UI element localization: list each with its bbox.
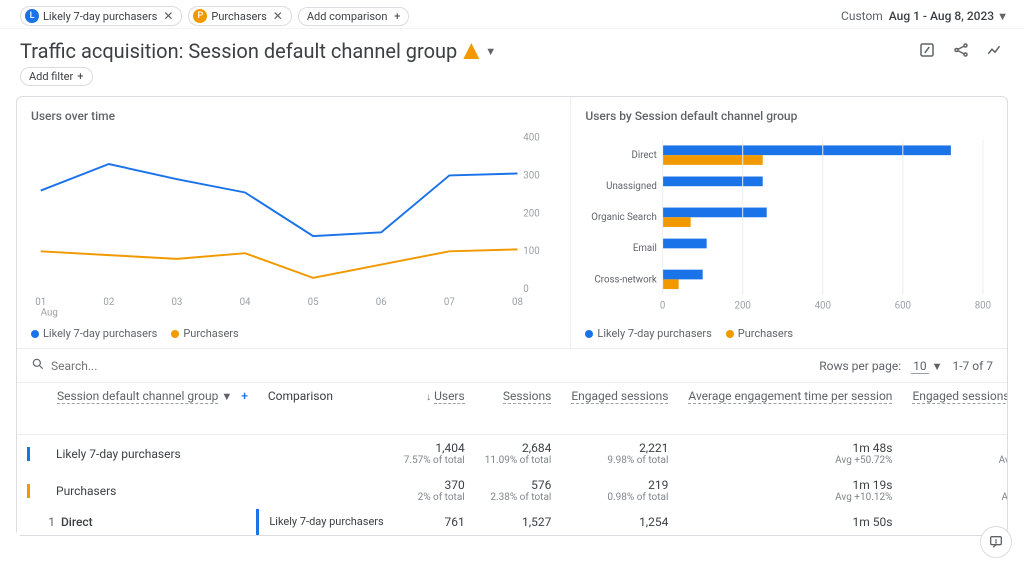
svg-text:300: 300 bbox=[523, 170, 539, 181]
sort-arrow-down-icon: ↓ bbox=[426, 392, 431, 403]
svg-text:Cross-network: Cross-network bbox=[595, 274, 657, 285]
chevron-down-icon[interactable]: ▼ bbox=[485, 45, 496, 58]
users-by-channel-chart: Users by Session default channel group D… bbox=[571, 97, 1007, 348]
search-input[interactable] bbox=[51, 359, 251, 373]
comparison-header: Comparison bbox=[258, 383, 394, 435]
rows-per-page-label: Rows per page: bbox=[819, 359, 901, 373]
report-panel: Users over time 0 100 200 300 400 01 02 03 04 05… bbox=[16, 96, 1008, 536]
line-chart-svg: 0 100 200 300 400 01 02 03 04 05 06 07 08 Aug bbox=[31, 131, 556, 321]
svg-text:01: 01 bbox=[35, 297, 46, 308]
page-range: 1-7 of 7 bbox=[952, 359, 993, 373]
summary-row: Likely 7-day purchasers 1,4047.57% of to… bbox=[17, 435, 1007, 473]
add-comparison-button[interactable]: Add comparison + bbox=[298, 7, 410, 26]
col-header[interactable]: Sessions bbox=[475, 383, 562, 435]
legend-item: Purchasers bbox=[726, 327, 793, 340]
svg-text:04: 04 bbox=[240, 297, 251, 308]
table-search[interactable] bbox=[31, 357, 819, 374]
comparison-chip[interactable]: L Likely 7-day purchasers ✕ bbox=[20, 6, 182, 26]
svg-text:400: 400 bbox=[815, 300, 831, 311]
svg-text:100: 100 bbox=[523, 246, 539, 257]
plus-icon: + bbox=[391, 10, 400, 23]
summary-row: Purchasers 3702% of total5762.38% of tot… bbox=[17, 472, 1007, 509]
legend-item: Likely 7-day purchasers bbox=[585, 327, 711, 340]
svg-text:600: 600 bbox=[895, 300, 911, 311]
close-icon[interactable]: ✕ bbox=[273, 9, 283, 23]
chevron-down-icon: ▼ bbox=[221, 390, 232, 403]
col-header[interactable]: Engaged sessions bbox=[561, 383, 678, 435]
warning-icon bbox=[463, 43, 479, 59]
comparisons-bar: L Likely 7-day purchasers ✕ P Purchasers… bbox=[20, 6, 409, 26]
svg-text:05: 05 bbox=[308, 297, 319, 308]
chip-letter: P bbox=[193, 9, 207, 23]
dimension-header[interactable]: Session default channel group ▼ + bbox=[17, 383, 258, 435]
add-filter-button[interactable]: Add filter + bbox=[20, 67, 93, 86]
svg-text:800: 800 bbox=[975, 300, 991, 311]
comparison-chip[interactable]: P Purchasers ✕ bbox=[188, 6, 291, 26]
share-icon[interactable] bbox=[952, 41, 970, 62]
bar-chart-svg: Direct Unassigned Organic Search Email Cross… bbox=[585, 131, 993, 321]
insights-icon[interactable] bbox=[986, 41, 1004, 62]
close-icon[interactable]: ✕ bbox=[163, 9, 173, 23]
users-over-time-chart: Users over time 0 100 200 300 400 01 02 03 04 05… bbox=[17, 97, 571, 348]
svg-text:02: 02 bbox=[103, 297, 114, 308]
svg-text:200: 200 bbox=[523, 208, 539, 219]
svg-text:Direct: Direct bbox=[632, 150, 657, 161]
plus-icon: + bbox=[77, 70, 83, 83]
chart-title: Users over time bbox=[31, 109, 556, 123]
feedback-button[interactable] bbox=[980, 526, 1012, 558]
chart-title: Users by Session default channel group bbox=[585, 109, 993, 123]
svg-text:0: 0 bbox=[523, 284, 528, 295]
chart-legend: Likely 7-day purchasers Purchasers bbox=[585, 321, 993, 342]
chevron-down-icon: ▼ bbox=[997, 10, 1008, 23]
legend-item: Purchasers bbox=[171, 327, 238, 340]
date-range-picker[interactable]: Custom Aug 1 - Aug 8, 2023 ▼ bbox=[841, 9, 1008, 23]
search-icon bbox=[31, 357, 45, 374]
page-title: Traffic acquisition: Session default cha… bbox=[20, 39, 496, 63]
data-table[interactable]: Session default channel group ▼ + Compar… bbox=[17, 382, 1007, 535]
col-header[interactable]: Average engagement time per session bbox=[678, 383, 902, 435]
svg-text:Aug: Aug bbox=[41, 308, 58, 319]
legend-item: Likely 7-day purchasers bbox=[31, 327, 157, 340]
chip-label: Likely 7-day purchasers bbox=[43, 10, 157, 23]
add-dimension-icon[interactable]: + bbox=[241, 389, 248, 403]
svg-text:400: 400 bbox=[523, 132, 539, 143]
svg-text:200: 200 bbox=[735, 300, 751, 311]
edit-comparison-icon[interactable] bbox=[918, 41, 936, 62]
chart-legend: Likely 7-day purchasers Purchasers bbox=[31, 321, 556, 342]
chip-label: Purchasers bbox=[211, 10, 266, 23]
col-header[interactable]: ↓ Users bbox=[394, 383, 475, 435]
svg-text:0: 0 bbox=[660, 300, 665, 311]
svg-text:03: 03 bbox=[171, 297, 182, 308]
chip-letter: L bbox=[25, 9, 39, 23]
chevron-down-icon: ▼ bbox=[932, 360, 943, 373]
col-header[interactable]: Engaged sessions per user bbox=[902, 383, 1007, 435]
table-row[interactable]: 1 Direct Likely 7-day purchasers7611,527… bbox=[17, 509, 1007, 535]
rows-per-page-select[interactable]: 10 ▼ bbox=[911, 359, 942, 373]
svg-text:07: 07 bbox=[444, 297, 455, 308]
svg-text:Unassigned: Unassigned bbox=[607, 181, 658, 192]
svg-text:06: 06 bbox=[376, 297, 387, 308]
svg-text:Email: Email bbox=[633, 243, 657, 254]
svg-text:08: 08 bbox=[512, 297, 523, 308]
svg-text:Organic Search: Organic Search bbox=[592, 212, 658, 223]
